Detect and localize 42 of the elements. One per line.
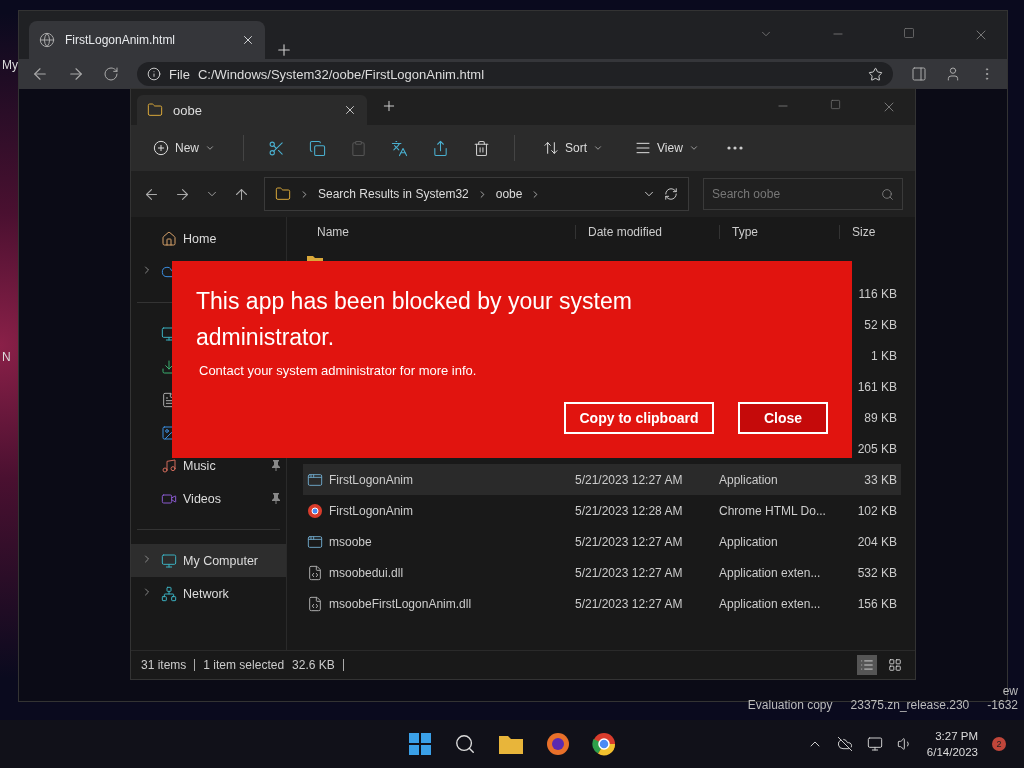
watermark-text: Evaluation copy <box>747 698 833 712</box>
sidebar-label: Videos <box>183 491 221 506</box>
selection-count: 1 item selected <box>203 658 285 672</box>
date-cell-text: 5/21/2023 12:27 AM <box>574 534 684 549</box>
date-cell-text: 5/21/2023 12:28 AM <box>574 503 684 518</box>
sidebar-label: Network <box>183 586 229 601</box>
item-count: 31 items <box>141 658 187 672</box>
date-cell-text: 5/21/2023 12:27 AM <box>574 596 684 611</box>
file-name: msoobeFirstLogonAnim.dll <box>329 596 472 611</box>
file-name: msoobedui.dll <box>329 565 404 580</box>
type-cell-text: Application <box>718 472 779 487</box>
scheme-label: File <box>169 66 190 82</box>
desktop-icon-label: My <box>2 58 18 72</box>
url-text: C:/Windows/System32/oobe/FirstLogonAnim.html <box>197 66 485 82</box>
type-cell-text: Application <box>718 534 779 549</box>
watermark-text: ew <box>1002 684 1018 698</box>
dialog-message: Contact your system administrator for more info. <box>198 363 478 378</box>
desktop-icon-label: N <box>2 350 11 364</box>
type-cell-text: Application exten... <box>718 565 822 580</box>
sidebar-label: My Computer <box>183 553 259 568</box>
dialog-title: This app has been blocked by your system administrator. <box>196 287 633 352</box>
file-name: FirstLogonAnim <box>329 503 414 518</box>
tab-title: FirstLogonAnim.html <box>65 33 176 47</box>
tab-title: oobe <box>173 102 202 118</box>
watermark-text: -1632 <box>987 698 1018 712</box>
size-cell-text: 532 KB <box>856 565 897 580</box>
date-cell-text: 5/21/2023 12:27 AM <box>574 472 684 487</box>
size-cell-text: 102 KB <box>856 503 897 518</box>
file-name: msoobe <box>329 534 372 549</box>
sidebar-label: Home <box>183 231 217 246</box>
size-cell-text: 33 KB <box>863 472 897 487</box>
type-cell-text: Chrome HTML Do... <box>718 503 827 518</box>
size-cell-text: 205 KB <box>856 441 897 456</box>
size-cell-text: 156 KB <box>856 596 897 611</box>
file-name: FirstLogonAnim <box>329 472 414 487</box>
date-cell-text: 5/21/2023 12:27 AM <box>574 565 684 580</box>
sidebar-label: Music <box>183 458 216 473</box>
watermark-text: 23375.zn_release.230 <box>850 698 970 712</box>
type-cell-text: Application exten... <box>718 596 822 611</box>
selection-size: 32.6 KB <box>292 658 335 672</box>
size-cell-text: 52 KB <box>863 317 897 332</box>
size-cell-text: 204 KB <box>856 534 897 549</box>
